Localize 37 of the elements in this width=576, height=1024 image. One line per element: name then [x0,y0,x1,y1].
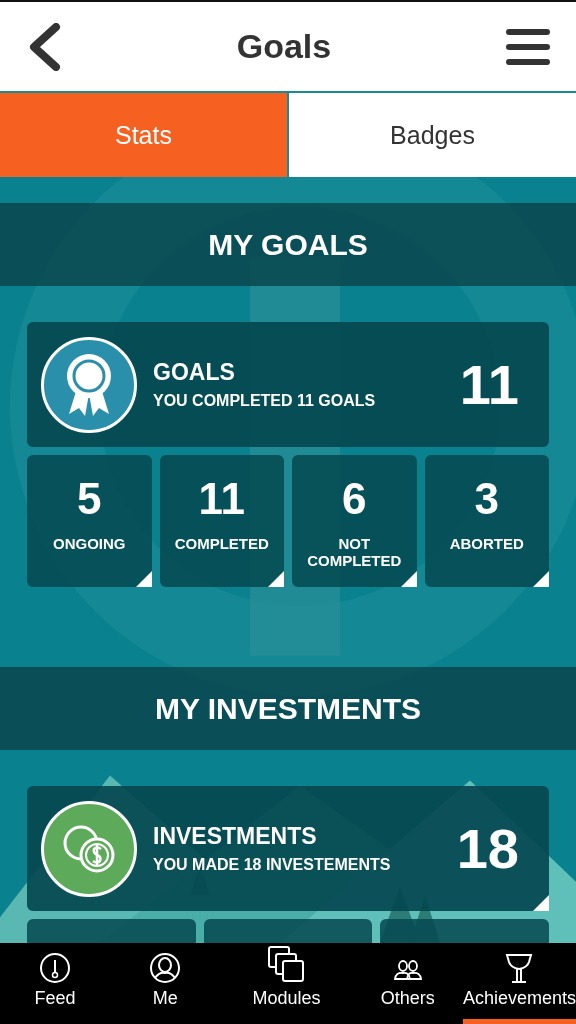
stacked-squares-icon [267,946,306,984]
corner-mark-icon [533,571,549,587]
stat-label: NOT COMPLETED [306,535,403,569]
stat-count: 6 [342,477,367,521]
stat-card[interactable]: 3 ABORTED [424,455,549,587]
corner-mark-icon [135,571,152,587]
stat-label: ONGOING [52,535,127,552]
summary-title: GOALS [153,359,236,386]
corner-mark-icon [400,571,417,587]
corner-mark-icon [533,895,549,911]
nav-tab[interactable]: Feed [0,943,111,1024]
stat-count: 3 [474,477,499,521]
stat-count: 5 [77,477,102,521]
tab[interactable]: Badges [287,93,576,177]
nav-tab[interactable]: Others [352,943,463,1024]
section-header: MY GOALS [0,203,576,286]
corner-mark-icon [268,571,284,587]
menu-icon [506,27,550,66]
stat-label: COMPLETED [173,535,270,552]
stat-card[interactable]: 11 COMPLETED [159,455,284,587]
summary-card[interactable]: GOALS YOU COMPLETED 11 GOALS 11 [27,322,549,447]
summary-subtitle: YOU COMPLETED 11 GOALS [153,392,377,410]
page-title: Goals [236,27,332,66]
nav-tab[interactable]: Achievements [462,943,576,1024]
section-header: MY INVESTMENTS [0,667,576,750]
summary-title: INVESTMENTS [153,823,318,850]
summary-count: 18 [456,816,519,881]
nav-tab[interactable]: Me [110,943,221,1024]
stat-label: ABORTED [448,535,525,552]
summary-count: 11 [459,352,519,417]
nav-tab[interactable]: Modules [220,943,353,1024]
stat-count: 11 [198,477,245,521]
stat-card[interactable]: 6 NOT COMPLETED [292,455,417,587]
summary-card[interactable]: INVESTMENTS YOU MADE 18 INVESTEMENTS 18 [27,786,549,911]
stat-card[interactable]: 5 ONGOING [27,455,152,587]
person-icon [149,952,182,984]
summary-subtitle: YOU MADE 18 INVESTEMENTS [153,856,392,874]
